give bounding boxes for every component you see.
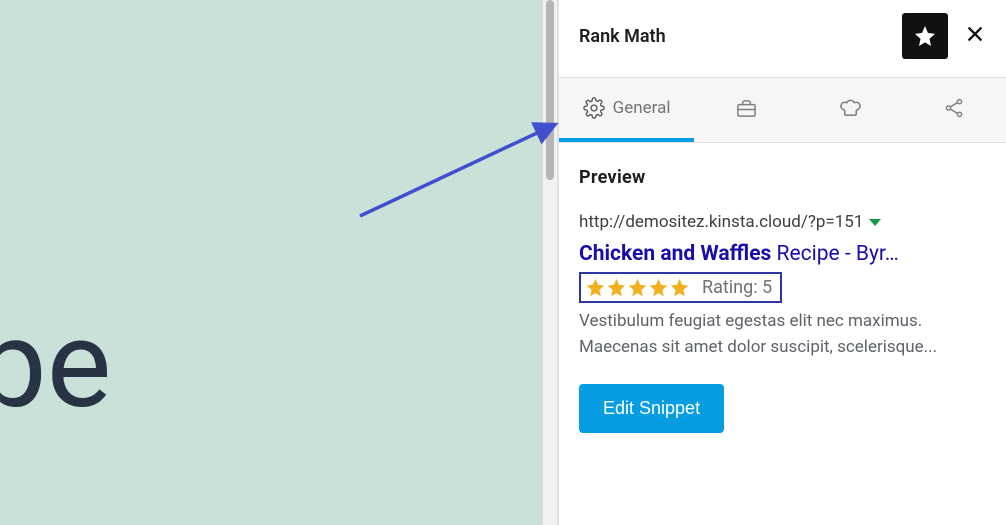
post-title-line-2: ecipe xyxy=(0,277,111,454)
preview-rating-box: Rating: 5 xyxy=(579,272,782,303)
preview-stars xyxy=(585,277,690,298)
close-icon xyxy=(964,23,986,45)
star-filled-icon xyxy=(627,277,648,298)
tab-advanced[interactable] xyxy=(694,78,798,142)
preview-heading: Preview xyxy=(579,167,986,188)
sidebar-tabs: General xyxy=(559,78,1006,143)
sidebar-header-actions xyxy=(902,13,986,59)
sidebar-title: Rank Math xyxy=(579,26,666,47)
share-icon xyxy=(943,97,965,119)
url-dropdown-caret-icon[interactable] xyxy=(869,219,881,226)
tab-general[interactable]: General xyxy=(559,78,694,142)
chef-hat-icon xyxy=(839,97,862,120)
briefcase-icon xyxy=(735,97,758,120)
preview-title: Chicken and Waffles Recipe - Byr… xyxy=(579,242,986,266)
preview-description: Vestibulum feugiat egestas elit nec maxi… xyxy=(579,309,983,360)
preview-rating-label: Rating: 5 xyxy=(702,277,772,298)
unpin-button[interactable] xyxy=(902,13,948,59)
tab-general-label: General xyxy=(613,98,671,118)
close-sidebar-button[interactable] xyxy=(964,23,986,49)
rank-math-sidebar: Rank Math General Preview http://demosit… xyxy=(558,0,1006,525)
snippet-preview: Preview http://demositez.kinsta.cloud/?p… xyxy=(559,143,1006,457)
tab-recipe[interactable] xyxy=(798,78,902,142)
panel-divider-scrollbar[interactable] xyxy=(542,0,558,525)
preview-title-keyword: Chicken and Waffles xyxy=(579,242,771,266)
post-title-text: nd ecipe xyxy=(0,100,111,454)
edit-snippet-button[interactable]: Edit Snippet xyxy=(579,384,724,433)
post-title-line-1: nd xyxy=(0,100,111,277)
star-icon xyxy=(913,24,937,48)
tab-share[interactable] xyxy=(902,78,1006,142)
gear-icon xyxy=(583,97,605,119)
preview-title-rest: Recipe - Byr… xyxy=(771,242,898,266)
star-filled-icon xyxy=(648,277,669,298)
star-filled-icon xyxy=(585,277,606,298)
star-filled-icon xyxy=(669,277,690,298)
sidebar-header: Rank Math xyxy=(559,0,1006,78)
star-filled-icon xyxy=(606,277,627,298)
editor-canvas[interactable]: nd ecipe xyxy=(0,0,542,525)
preview-url: http://demositez.kinsta.cloud/?p=151 xyxy=(579,212,863,232)
preview-url-row: http://demositez.kinsta.cloud/?p=151 xyxy=(579,212,986,232)
